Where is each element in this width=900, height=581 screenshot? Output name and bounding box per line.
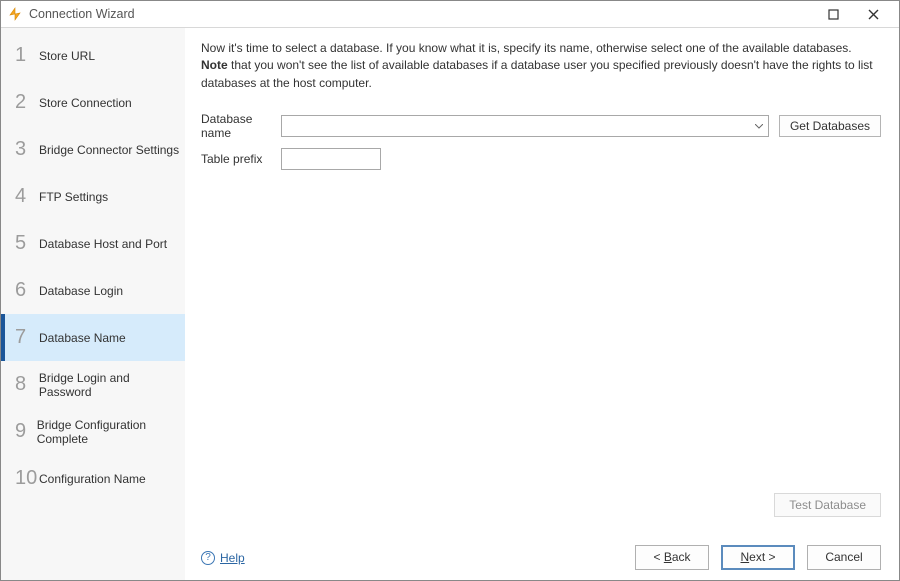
table-prefix-input[interactable] xyxy=(281,148,381,170)
content: 1Store URL2Store Connection3Bridge Conne… xyxy=(1,28,899,580)
get-databases-button[interactable]: Get Databases xyxy=(779,115,881,137)
sidebar-step-4[interactable]: 4FTP Settings xyxy=(1,173,185,220)
sidebar-step-3[interactable]: 3Bridge Connector Settings xyxy=(1,126,185,173)
intro-note: Note that you won't see the list of avai… xyxy=(201,57,881,92)
sidebar-step-6[interactable]: 6Database Login xyxy=(1,267,185,314)
step-number: 10 xyxy=(15,467,39,490)
cancel-button[interactable]: Cancel xyxy=(807,545,881,570)
intro-text: Now it's time to select a database. If y… xyxy=(201,40,881,92)
row-database-name: Database name Get Databases xyxy=(201,112,881,140)
step-label: FTP Settings xyxy=(39,190,108,204)
note-rest: that you won't see the list of available… xyxy=(201,58,873,89)
footer: ? Help < Back Next > Cancel xyxy=(201,545,881,570)
dbname-label: Database name xyxy=(201,112,281,140)
next-suffix: ext > xyxy=(749,550,775,564)
step-label: Bridge Connector Settings xyxy=(39,143,179,157)
step-label: Database Login xyxy=(39,284,123,298)
sidebar-step-9[interactable]: 9Bridge Configuration Complete xyxy=(1,408,185,455)
step-number: 7 xyxy=(15,326,39,349)
form: Database name Get Databases Table prefix xyxy=(201,112,881,178)
window-title: Connection Wizard xyxy=(29,7,813,21)
step-label: Store Connection xyxy=(39,96,132,110)
step-label: Database Name xyxy=(39,331,126,345)
note-label: Note xyxy=(201,58,228,72)
prefix-label: Table prefix xyxy=(201,152,281,166)
step-number: 1 xyxy=(15,44,39,67)
spacer xyxy=(201,178,881,493)
help-link[interactable]: ? Help xyxy=(201,551,245,565)
help-label: Help xyxy=(220,551,245,565)
step-label: Configuration Name xyxy=(39,472,146,486)
sidebar-step-2[interactable]: 2Store Connection xyxy=(1,79,185,126)
test-row: Test Database xyxy=(201,493,881,517)
titlebar: Connection Wizard xyxy=(1,1,899,28)
step-number: 3 xyxy=(15,138,39,161)
step-label: Store URL xyxy=(39,49,95,63)
step-label: Database Host and Port xyxy=(39,237,167,251)
sidebar-step-5[interactable]: 5Database Host and Port xyxy=(1,220,185,267)
back-button[interactable]: < Back xyxy=(635,545,709,570)
sidebar-step-7[interactable]: 7Database Name xyxy=(1,314,185,361)
intro-line1: Now it's time to select a database. If y… xyxy=(201,40,881,57)
step-number: 9 xyxy=(15,420,37,443)
nav-buttons: < Back Next > Cancel xyxy=(635,545,881,570)
app-icon xyxy=(7,6,23,22)
row-table-prefix: Table prefix xyxy=(201,148,881,170)
dbname-select[interactable] xyxy=(281,115,769,137)
chevron-down-icon xyxy=(754,121,764,131)
window-buttons xyxy=(813,1,893,28)
step-label: Bridge Login and Password xyxy=(39,371,185,399)
help-icon: ? xyxy=(201,551,215,565)
test-database-button[interactable]: Test Database xyxy=(774,493,881,517)
close-button[interactable] xyxy=(853,1,893,28)
next-button[interactable]: Next > xyxy=(721,545,795,570)
sidebar-step-1[interactable]: 1Store URL xyxy=(1,32,185,79)
step-number: 5 xyxy=(15,232,39,255)
sidebar-step-8[interactable]: 8Bridge Login and Password xyxy=(1,361,185,408)
step-number: 6 xyxy=(15,279,39,302)
step-number: 4 xyxy=(15,185,39,208)
step-label: Bridge Configuration Complete xyxy=(37,418,185,446)
next-prefix: N xyxy=(740,550,749,564)
step-number: 2 xyxy=(15,91,39,114)
maximize-button[interactable] xyxy=(813,1,853,28)
main-panel: Now it's time to select a database. If y… xyxy=(185,28,899,580)
step-number: 8 xyxy=(15,373,39,396)
sidebar: 1Store URL2Store Connection3Bridge Conne… xyxy=(1,28,185,580)
sidebar-step-10[interactable]: 10Configuration Name xyxy=(1,455,185,502)
